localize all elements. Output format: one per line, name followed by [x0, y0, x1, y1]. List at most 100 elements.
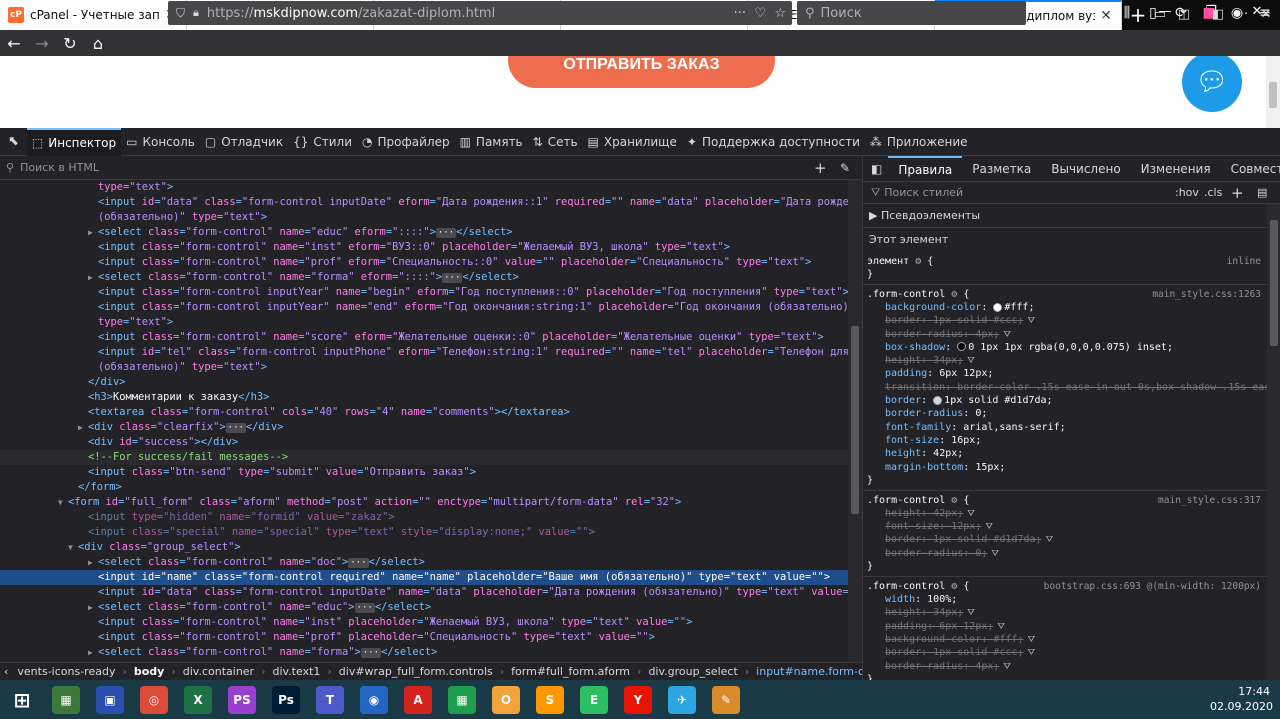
rules-tab[interactable]: Изменения	[1131, 156, 1221, 181]
firefox-app[interactable]: ◉	[352, 680, 396, 719]
browser-tab[interactable]: cPcPanel - Учетные записи✕	[0, 0, 187, 30]
markup-line[interactable]: <input class="form-control" name="inst" …	[0, 615, 848, 630]
rules-tab[interactable]: Совместимость	[1221, 156, 1280, 181]
spreadsheet-app[interactable]: ▦	[440, 680, 484, 719]
add-rule-icon[interactable]: +	[1231, 184, 1244, 202]
css-declaration[interactable]: border: 1px solid #d1d7da;	[867, 394, 1267, 407]
back-icon[interactable]: ←	[0, 31, 28, 55]
sidebar-toggle-icon[interactable]: ◧	[863, 162, 888, 176]
rule-selector[interactable]: элемент	[867, 256, 909, 267]
clock[interactable]: 17:44 02.09.2020	[1210, 684, 1273, 714]
property-name[interactable]: border	[885, 647, 921, 658]
markup-line[interactable]: ▶ <select class="form-control" name="doc"…	[0, 555, 848, 570]
markup-scrollbar[interactable]	[848, 180, 862, 662]
breadcrumb-item[interactable]: form#full_form.aform	[504, 665, 637, 678]
responsive-mode-icon[interactable]: ▭	[1148, 0, 1172, 28]
breadcrumb-item[interactable]: vents-icons-ready	[10, 665, 122, 678]
devtools-tab[interactable]: {} Стили	[288, 128, 357, 156]
css-declaration[interactable]: height: 34px; ⛛	[867, 606, 1267, 619]
property-value[interactable]: 42px	[933, 448, 957, 459]
property-name[interactable]: height	[885, 508, 921, 519]
css-declaration[interactable]: border-radius: 4px; ⛛	[867, 328, 1267, 341]
css-declaration[interactable]: margin-bottom: 15px;	[867, 461, 1267, 474]
rule-selector[interactable]: .form-control	[867, 495, 945, 506]
rules-scrollbar-thumb[interactable]	[1270, 220, 1278, 346]
css-declaration[interactable]: padding: 6px 12px; ⛛	[867, 620, 1267, 633]
property-name[interactable]: transition	[885, 382, 945, 393]
filter-icon[interactable]: ⛛	[967, 509, 975, 519]
property-value[interactable]: 34px	[933, 355, 957, 366]
devtools-tab[interactable]: ⬚ Инспектор	[26, 127, 122, 156]
markup-line[interactable]: ▼ <div class="group_select">	[0, 540, 848, 555]
sublime-app[interactable]: S	[528, 680, 572, 719]
filter-icon[interactable]: ⛛	[1028, 635, 1036, 645]
breadcrumb-item[interactable]: div.container	[176, 665, 261, 678]
save-app[interactable]: ▣	[88, 680, 132, 719]
url-bar[interactable]: ⛉ 🔒︎ https://mskdipnow.com/zakazat-diplo…	[168, 1, 792, 25]
css-declaration[interactable]: height: 42px;	[867, 447, 1267, 460]
property-value[interactable]: 0 1px 1px rgba(0,0,0,0.075) inset	[968, 342, 1167, 353]
yandex-app[interactable]: Y	[616, 680, 660, 719]
page-scrollbar-thumb[interactable]	[1269, 82, 1277, 108]
pseudo-elements-toggle[interactable]: ▶ Псевдоэлементы	[863, 204, 1267, 228]
property-value[interactable]: #fff	[1004, 302, 1028, 313]
rules-filter-input[interactable]: ⛛ Поиск стилей :hov .cls + ▤	[863, 182, 1280, 204]
expand-icon[interactable]: ▶	[88, 270, 98, 285]
css-declaration[interactable]: padding: 6px 12px;	[867, 367, 1267, 380]
ellipsis-badge[interactable]: ···	[348, 558, 369, 568]
property-value[interactable]: 1px solid #ccc	[933, 315, 1017, 326]
css-declaration[interactable]: border: 1px solid #d1d7da; ⛛	[867, 533, 1267, 546]
property-name[interactable]: border-radius	[885, 548, 963, 559]
markup-line[interactable]: <input class="form-control inputYear" na…	[0, 300, 848, 315]
markup-scrollbar-thumb[interactable]	[851, 326, 859, 514]
markup-line[interactable]: </form>	[0, 480, 848, 495]
filter-icon[interactable]: ⛛	[1028, 316, 1036, 326]
search-input[interactable]: ⚲ Поиск	[797, 1, 1026, 25]
devtools-tab[interactable]: ◔ Профайлер	[357, 128, 455, 156]
markup-line[interactable]: <input class="form-control" name="score"…	[0, 330, 848, 345]
expand-icon[interactable]: ▶	[88, 225, 98, 240]
markup-line[interactable]: <input class="form-control inputYear" na…	[0, 285, 848, 300]
markup-line[interactable]: <input class="form-control" name="prof" …	[0, 255, 848, 270]
outlook-app[interactable]: O	[484, 680, 528, 719]
taskmanager-app[interactable]: ▦	[44, 680, 88, 719]
markup-line[interactable]: type="text">	[0, 315, 848, 330]
css-declaration[interactable]: border: 1px solid #ccc; ⛛	[867, 646, 1267, 659]
breadcrumb-item[interactable]: body	[127, 665, 171, 678]
lock-icon[interactable]: 🔒︎	[193, 6, 199, 20]
markup-line[interactable]: <h3>Комментарии к заказу</h3>	[0, 390, 848, 405]
close-devtools-icon[interactable]: ✕	[1254, 0, 1278, 28]
property-value[interactable]: 6px 12px	[939, 368, 987, 379]
markup-line[interactable]: <input id="name" class="form-control req…	[0, 570, 848, 585]
gear-icon[interactable]: ⚙	[945, 581, 963, 592]
ellipsis-badge[interactable]: ···	[225, 423, 246, 433]
property-value[interactable]: 42px	[933, 508, 957, 519]
expand-icon[interactable]: ▶	[88, 645, 98, 660]
devtools-tab[interactable]: ▥ Память	[455, 128, 528, 156]
collapse-icon[interactable]: ▼	[68, 540, 78, 555]
pocket-icon[interactable]: ♡	[754, 6, 766, 21]
css-declaration[interactable]: transition: border-color .15s ease-in-ou…	[867, 381, 1267, 394]
property-value[interactable]: 4px	[975, 329, 993, 340]
breadcrumb-item[interactable]: div#wrap_full_form.controls	[332, 665, 500, 678]
filter-icon[interactable]: ⛛	[1003, 330, 1011, 340]
property-name[interactable]: width	[885, 594, 915, 605]
css-declaration[interactable]: box-shadow: 0 1px 1px rgba(0,0,0,0.075) …	[867, 341, 1267, 354]
expand-icon[interactable]: ▶	[78, 420, 88, 435]
property-name[interactable]: height	[885, 355, 921, 366]
css-declaration[interactable]: border: 1px solid #ccc; ⛛	[867, 314, 1267, 327]
property-value[interactable]: arial,sans-serif	[963, 422, 1059, 433]
property-name[interactable]: font-size	[885, 435, 939, 446]
rule-source[interactable]: bootstrap.css:693 @(min-width: 1200px)	[1044, 580, 1261, 593]
css-declaration[interactable]: height: 34px; ⛛	[867, 354, 1267, 367]
add-node-icon[interactable]: +	[814, 159, 827, 177]
devtools-tab[interactable]: ⁂ Приложение	[865, 128, 973, 156]
teams-app[interactable]: T	[308, 680, 352, 719]
markup-line[interactable]: <input class="btn-send" type="submit" va…	[0, 465, 848, 480]
css-declaration[interactable]: font-size: 12px; ⛛	[867, 520, 1267, 533]
markup-line[interactable]: (обязательно)" type="text">	[0, 210, 848, 225]
markup-line[interactable]: <input class="form-control" name="prof" …	[0, 630, 848, 645]
color-swatch[interactable]	[993, 302, 1003, 312]
gear-icon[interactable]: ⚙	[915, 256, 921, 267]
property-name[interactable]: height	[885, 607, 921, 618]
